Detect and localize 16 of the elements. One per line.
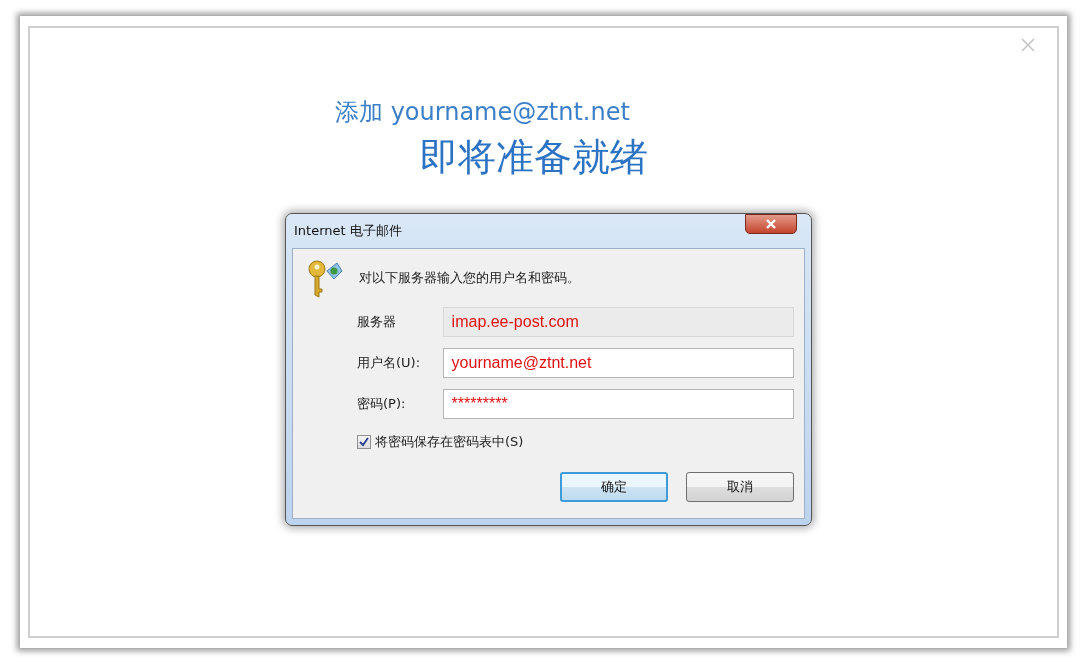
input-field[interactable]: yourname@ztnt.net [442, 348, 794, 378]
field-label: 服务器 [357, 313, 397, 331]
close-button[interactable] [745, 214, 797, 234]
ok-button[interactable]: 确定 [560, 472, 668, 502]
field-label: 密码(P): [357, 395, 407, 413]
status-heading: 即将准备就绪 [420, 134, 648, 181]
input-field[interactable]: ********* [442, 389, 794, 419]
dialog-title: Internet 电子邮件 [293, 222, 402, 240]
cancel-button[interactable]: 取消 [686, 472, 794, 502]
field-label: 用户名(U): [357, 354, 422, 372]
account-title: 添加 yourname@ztnt.net [335, 97, 630, 128]
close-icon [765, 219, 777, 229]
checkbox[interactable] [357, 435, 371, 449]
key-icon [307, 259, 343, 299]
checkbox-label: 将密码保存在密码表中(S) [375, 433, 524, 451]
prompt-text: 对以下服务器输入您的用户名和密码。 [359, 269, 580, 287]
